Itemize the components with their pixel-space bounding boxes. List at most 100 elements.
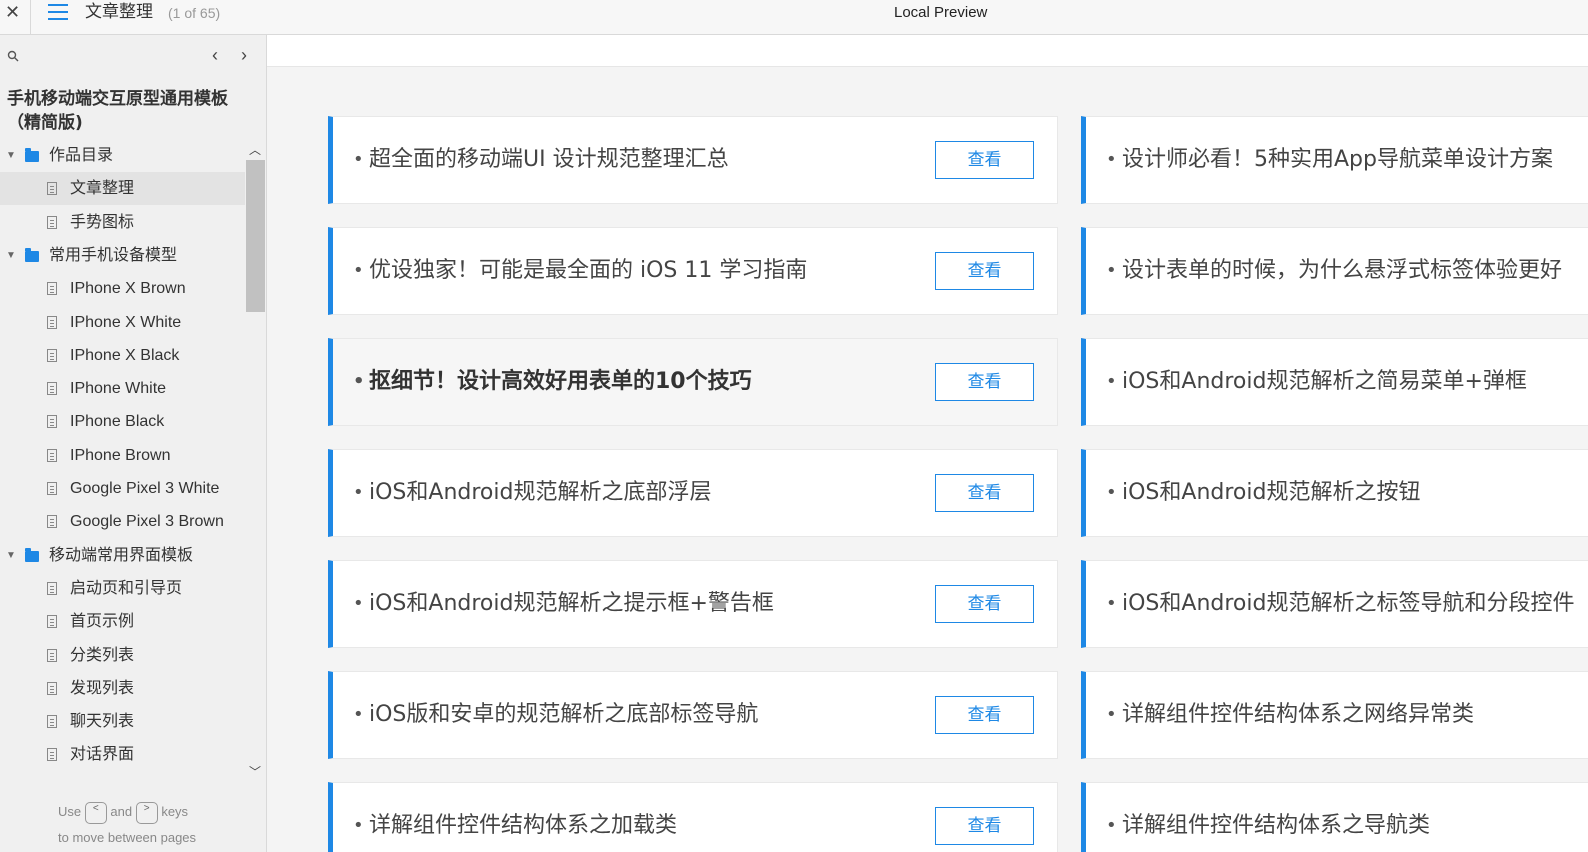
sidebar-item[interactable]: Google Pixel 3 Brown [0,505,245,538]
project-title: 手机移动端交互原型通用模板（精简版) [7,89,228,133]
caret-down-icon[interactable]: ▼ [6,539,16,572]
article-card: 优设独家！可能是最全面的 iOS 11 学习指南 查看 [328,227,1058,315]
sidebar-item-label: IPhone X Black [70,346,180,364]
article-title: iOS版和安卓的规范解析之底部标签导航 [353,672,758,758]
sidebar-item[interactable]: IPhone Brown [0,439,245,472]
sidebar-item-label: 手势图标 [70,213,135,231]
article-title: 设计表单的时候，为什么悬浮式标签体验更好 [1106,228,1562,314]
menu-icon[interactable] [48,4,68,22]
article-card: iOS和Android规范解析之提示框+警告框 查看 [328,560,1058,648]
view-button[interactable]: 查看 [935,807,1034,845]
page-icon [47,482,57,495]
view-button[interactable]: 查看 [935,696,1034,734]
view-button[interactable]: 查看 [935,141,1034,179]
sidebar-item-label: Google Pixel 3 Brown [70,513,224,531]
view-button[interactable]: 查看 [935,474,1034,512]
article-card: 设计师必看！5种实用App导航菜单设计方案 [1081,116,1588,204]
sidebar-item[interactable]: IPhone White [0,372,245,405]
view-button[interactable]: 查看 [935,363,1034,401]
article-title: 超全面的移动端UI 设计规范整理汇总 [353,117,729,203]
app-title: Local Preview [894,4,988,21]
sidebar-item[interactable]: 手势图标 [0,206,245,239]
page-icon [47,382,57,396]
sidebar: ‹ › 手机移动端交互原型通用模板（精简版) ▼ 作品目录文章整理手势图标 ▼ 常用手… [0,35,267,852]
sidebar-item[interactable]: IPhone X White [0,306,245,339]
sidebar-folder[interactable]: ▼ 常用手机设备模型 [0,239,245,272]
page-tree: ▼ 作品目录文章整理手势图标 ▼ 常用手机设备模型 IPhone X Brown IPho… [0,139,245,779]
page-icon [47,448,57,462]
page-icon [47,615,57,629]
article-card: 超全面的移动端UI 设计规范整理汇总 查看 [328,116,1058,204]
hint-use: Use [58,804,82,819]
article-card: iOS和Android规范解析之简易菜单+弹框 [1081,338,1588,426]
left-key-icon: < [84,801,107,824]
article-title: iOS和Android规范解析之按钮 [1106,450,1420,536]
scrollbar-thumb[interactable] [246,160,265,312]
page-icon [47,715,57,729]
sidebar-item-label: 文章整理 [70,180,135,198]
folder-label: 作品目录 [49,147,114,164]
sidebar-item[interactable]: 启动页和引导页 [0,572,245,605]
sidebar-item-label: 对话界面 [70,746,135,764]
page-icon [47,415,57,429]
sidebar-item-label: IPhone X White [70,313,182,331]
sidebar-item-label: IPhone White [70,380,167,398]
hint-and: and [110,804,133,819]
folder-label: 移动端常用界面模板 [49,546,194,564]
page-icon [47,348,57,362]
sidebar-item[interactable]: 对话界面 [0,738,245,771]
sidebar-item[interactable]: 首页示例 [0,605,245,638]
folder-label: 常用手机设备模型 [49,246,178,264]
article-title: iOS和Android规范解析之标签导航和分段控件 [1106,561,1574,647]
sidebar-item[interactable]: 分类列表 [0,639,245,672]
sidebar-item[interactable]: IPhone X Brown [0,272,245,305]
sidebar-item[interactable]: IPhone Black [0,405,245,438]
preview-content: 超全面的移动端UI 设计规范整理汇总查看优设独家！可能是最全面的 iOS 11 … [267,35,1588,852]
search-icon[interactable] [7,50,19,62]
sidebar-item-label: 首页示例 [70,613,135,631]
sidebar-folder[interactable]: ▼ 作品目录 [0,139,245,172]
folder-icon [25,547,39,562]
next-page-button[interactable]: › [241,45,247,66]
page-icon [47,182,57,196]
scroll-down-icon[interactable]: ﹀ [249,763,261,780]
article-title: 详解组件控件结构体系之加载类 [353,783,677,852]
prev-page-button[interactable]: ‹ [212,45,218,66]
caret-down-icon[interactable]: ▼ [6,239,16,272]
right-key-icon: > [135,801,158,824]
content-top-band [267,35,1588,67]
sidebar-item[interactable]: Google Pixel 3 White [0,472,245,505]
article-title: 详解组件控件结构体系之网络异常类 [1106,672,1474,758]
top-bar: ✕ 文章整理 (1 of 65) Local Preview [0,0,1588,35]
article-card: iOS和Android规范解析之按钮 [1081,449,1588,537]
keyboard-hint: Use < and > keys [58,800,188,824]
sidebar-item-label: 分类列表 [70,646,135,664]
sidebar-item-label: IPhone Black [70,413,165,431]
sidebar-item[interactable]: IPhone X Black [0,339,245,372]
article-card: 设计表单的时候，为什么悬浮式标签体验更好 [1081,227,1588,315]
sidebar-item[interactable]: 发现列表 [0,672,245,705]
view-button[interactable]: 查看 [935,252,1034,290]
sidebar-item-label: 启动页和引导页 [70,579,183,597]
page-icon [47,515,57,529]
scroll-up-icon[interactable]: ︿ [249,141,261,158]
article-card: iOS和Android规范解析之标签导航和分段控件 [1081,560,1588,648]
article-title: 设计师必看！5种实用App导航菜单设计方案 [1106,117,1553,203]
page-title: 文章整理 [85,2,153,22]
article-title: 优设独家！可能是最全面的 iOS 11 学习指南 [353,228,807,314]
folder-icon [25,148,39,162]
article-card: 详解组件控件结构体系之导航类 [1081,782,1588,852]
view-button[interactable]: 查看 [935,585,1034,623]
close-icon[interactable]: ✕ [5,0,21,24]
article-title: iOS和Android规范解析之提示框+警告框 [353,561,774,647]
page-icon [47,282,57,296]
sidebar-item[interactable]: 文章整理 [0,172,245,206]
caret-down-icon[interactable]: ▼ [6,139,16,172]
page-icon [47,648,57,662]
sidebar-folder[interactable]: ▼ 移动端常用界面模板 [0,539,245,572]
article-title: iOS和Android规范解析之底部浮层 [353,450,711,536]
sidebar-item-label: 发现列表 [70,679,135,697]
sidebar-item[interactable]: 聊天列表 [0,705,245,738]
page-icon [47,581,57,595]
article-card: 详解组件控件结构体系之加载类 查看 [328,782,1058,852]
